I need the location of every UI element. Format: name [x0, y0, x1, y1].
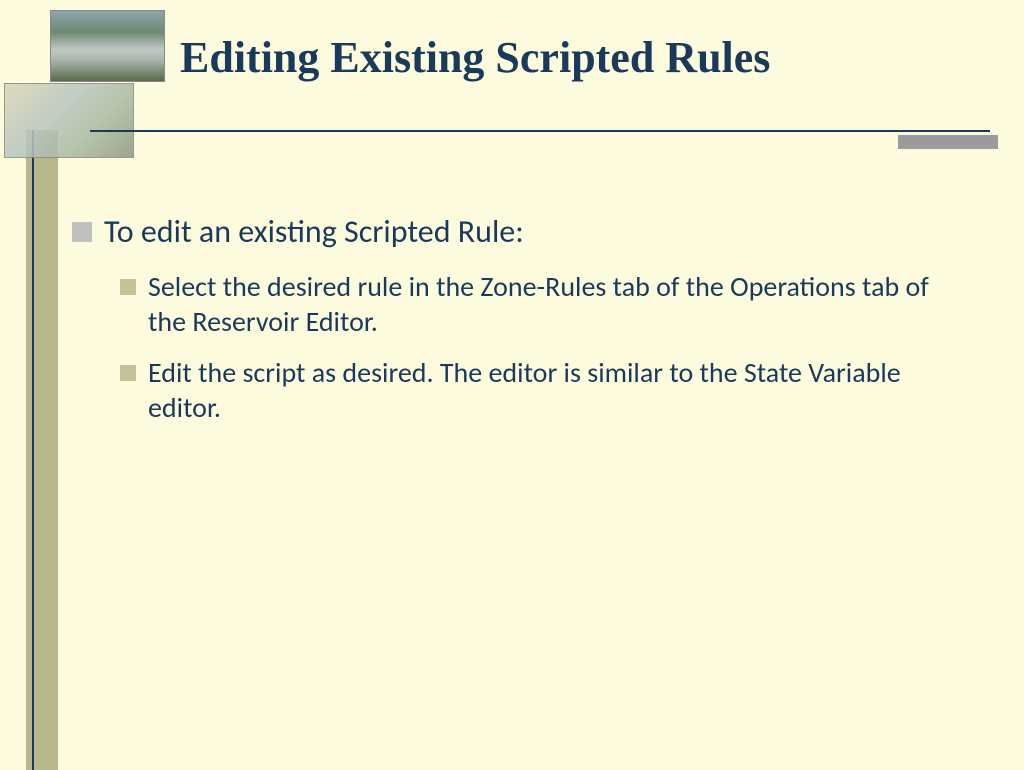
header-image-chart — [4, 83, 134, 158]
sub-bullet: Select the desired rule in the Zone-Rule… — [120, 269, 952, 339]
header-image-dam — [50, 10, 165, 82]
bullet-marker-icon — [120, 279, 136, 295]
main-bullet: To edit an existing Scripted Rule: — [72, 212, 952, 251]
bullet-marker-icon — [120, 365, 136, 381]
sub-bullet-text: Select the desired rule in the Zone-Rule… — [148, 269, 952, 339]
slide-content: To edit an existing Scripted Rule: Selec… — [72, 212, 952, 441]
decorative-vertical-line — [32, 130, 34, 770]
title-accent-bar — [898, 135, 998, 149]
sub-bullet: Edit the script as desired. The editor i… — [120, 355, 952, 425]
bullet-marker-icon — [72, 222, 92, 242]
main-bullet-text: To edit an existing Scripted Rule: — [104, 212, 524, 251]
decorative-sidebar — [26, 130, 58, 770]
slide-title: Editing Existing Scripted Rules — [180, 32, 770, 83]
sub-bullet-text: Edit the script as desired. The editor i… — [148, 355, 952, 425]
title-underline — [90, 130, 990, 132]
